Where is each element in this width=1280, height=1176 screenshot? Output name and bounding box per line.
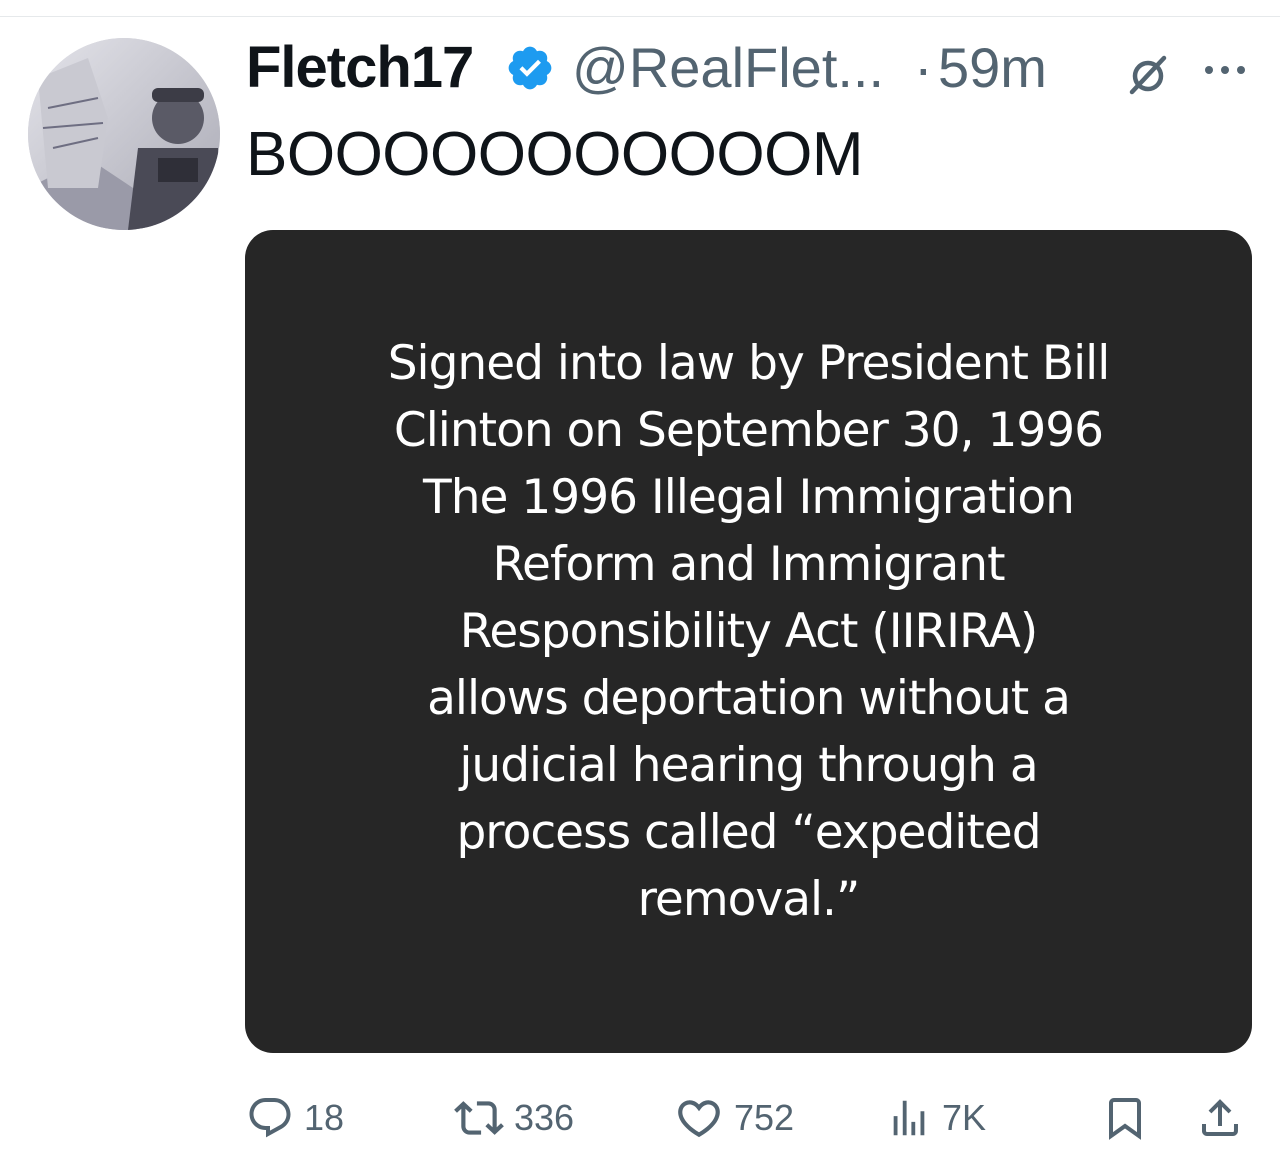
media-text-line: Responsibility Act (IIRIRA) bbox=[459, 604, 1038, 659]
like-button[interactable]: 752 bbox=[674, 1088, 794, 1148]
heart-icon bbox=[678, 1100, 720, 1138]
tweet-text: BOOOOOOOOOOOM bbox=[246, 120, 863, 189]
media-image[interactable]: Signed into law by President Bill Clinto… bbox=[245, 230, 1252, 1053]
media-text-line: process called “expedited bbox=[456, 805, 1041, 860]
reply-icon bbox=[249, 1098, 291, 1138]
media-text-line: judicial hearing through a bbox=[459, 738, 1038, 793]
share-icon bbox=[1202, 1099, 1238, 1136]
grok-icon[interactable] bbox=[1126, 52, 1170, 96]
avatar-image bbox=[28, 38, 220, 230]
views-chart-icon bbox=[893, 1100, 925, 1136]
reply-button[interactable]: 18 bbox=[246, 1088, 344, 1148]
media-text-line: allows deportation without a bbox=[427, 671, 1071, 726]
tweet-actions: 18 336 752 7K bbox=[246, 1088, 1256, 1148]
more-icon[interactable] bbox=[1201, 62, 1249, 78]
top-divider bbox=[0, 16, 1280, 17]
verified-badge-icon bbox=[508, 46, 552, 90]
time-separator: · bbox=[914, 36, 933, 99]
media-text-line: Reform and Immigrant bbox=[492, 537, 1005, 592]
timestamp[interactable]: 59m bbox=[938, 32, 1047, 104]
bookmark-button[interactable] bbox=[1101, 1088, 1149, 1148]
share-button[interactable] bbox=[1196, 1088, 1244, 1148]
retweet-count: 336 bbox=[514, 1097, 575, 1138]
media-text: Signed into law by President Bill Clinto… bbox=[339, 330, 1159, 933]
media-text-line: removal.” bbox=[637, 872, 861, 927]
media-text-line: The 1996 Illegal Immigration bbox=[423, 470, 1075, 525]
user-handle[interactable]: @RealFlet... bbox=[572, 32, 884, 104]
views-button[interactable]: 7K bbox=[886, 1088, 986, 1148]
avatar[interactable] bbox=[28, 38, 220, 230]
retweet-button[interactable]: 336 bbox=[454, 1088, 574, 1148]
like-count: 752 bbox=[734, 1097, 795, 1138]
reply-count: 18 bbox=[304, 1097, 345, 1138]
bookmark-icon bbox=[1109, 1098, 1141, 1140]
media-text-line: Signed into law by President Bill bbox=[387, 336, 1111, 391]
tweet-header: Fletch17 @RealFlet... · 59m bbox=[246, 32, 1266, 104]
display-name[interactable]: Fletch17 bbox=[246, 32, 474, 104]
media-text-line: Clinton on September 30, 1996 bbox=[393, 403, 1104, 458]
views-count: 7K bbox=[942, 1097, 987, 1138]
retweet-icon bbox=[454, 1101, 504, 1135]
